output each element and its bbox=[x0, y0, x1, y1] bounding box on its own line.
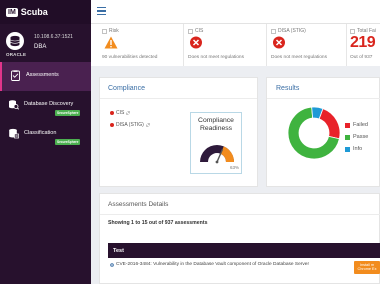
disa-header-icon bbox=[271, 28, 276, 34]
database-type-label: ORACLE bbox=[6, 52, 27, 57]
install-button-line2: Chrome Ex bbox=[357, 267, 377, 271]
risk-text: 90 vulnerabilities detected bbox=[102, 55, 158, 60]
results-donut-chart bbox=[287, 106, 341, 160]
legend-failed[interactable]: Failed bbox=[345, 122, 368, 128]
database-icon bbox=[6, 32, 24, 50]
risk-title: Risk bbox=[109, 28, 119, 34]
fail-icon bbox=[273, 36, 285, 49]
table-header-test[interactable]: Test bbox=[108, 243, 380, 258]
row-test-text: CVE-2016-3484: Vulnerability in the Data… bbox=[116, 262, 310, 267]
gauge-title-line1: Compliance bbox=[198, 117, 234, 124]
risk-summary: Risk 90 vulnerabilities detected bbox=[100, 24, 178, 66]
panel-divider bbox=[100, 98, 257, 99]
cis-summary: CIS Does not meet regulations bbox=[183, 24, 267, 66]
results-title: Results bbox=[276, 85, 300, 92]
database-info: ORACLE 10.108.6.37:1521 DBA bbox=[0, 24, 91, 62]
gauge-title-line2: Readiness bbox=[199, 125, 233, 132]
compliance-item-disa[interactable]: DISA (STIG) bbox=[110, 122, 150, 128]
cis-header-icon bbox=[188, 28, 193, 34]
total-header-icon bbox=[350, 28, 355, 34]
external-link-icon bbox=[126, 111, 131, 115]
compliance-item-label: DISA (STIG) bbox=[116, 122, 144, 128]
database-address: 10.108.6.37:1521 bbox=[34, 34, 73, 40]
database-user: DBA bbox=[34, 44, 47, 50]
disa-summary: DISA (STIG) Does not meet regulations bbox=[266, 24, 346, 66]
sidebar-item-label: Classification bbox=[24, 130, 57, 136]
total-text: Out of 937 bbox=[350, 55, 373, 60]
sidebar-item-assessments[interactable]: Assessments bbox=[0, 62, 91, 91]
disa-title: DISA (STIG) bbox=[278, 28, 306, 34]
install-chrome-extension-button[interactable]: Install m Chrome Ex bbox=[354, 261, 380, 274]
disa-text: Does not meet regulations bbox=[271, 55, 327, 60]
error-icon bbox=[110, 123, 114, 127]
gauge-hub bbox=[215, 160, 219, 164]
sidebar-item-database-discovery[interactable]: Database Discovery SecureSphere bbox=[0, 91, 91, 120]
legend-swatch bbox=[345, 134, 350, 140]
expand-row-icon[interactable] bbox=[110, 262, 114, 267]
securesphere-badge: SecureSphere bbox=[55, 110, 81, 116]
panel-divider bbox=[100, 214, 380, 215]
assessments-icon bbox=[11, 70, 20, 81]
brand[interactable]: IM Scuba bbox=[0, 0, 91, 24]
legend-label: Passe bbox=[353, 134, 369, 140]
table-row[interactable]: CVE-2016-3484: Vulnerability in the Data… bbox=[108, 258, 380, 272]
sidebar: IM Scuba ORACLE 10.108.6.37:1521 DBA Ass… bbox=[0, 0, 91, 284]
compliance-title: Compliance bbox=[108, 85, 145, 92]
warning-icon bbox=[104, 36, 118, 49]
external-link-icon bbox=[146, 123, 150, 127]
compliance-item-label: CIS bbox=[116, 110, 125, 116]
gauge-chart bbox=[200, 145, 234, 164]
sidebar-item-classification[interactable]: Classification SecureSphere bbox=[0, 120, 91, 149]
sidebar-item-label: Database Discovery bbox=[24, 101, 74, 107]
classification-icon bbox=[9, 128, 19, 139]
panel-divider bbox=[267, 98, 380, 99]
database-discovery-icon bbox=[9, 100, 19, 110]
top-bar bbox=[91, 0, 380, 24]
sidebar-item-label: Assessments bbox=[26, 72, 59, 78]
error-icon bbox=[110, 111, 114, 115]
menu-toggle-icon[interactable] bbox=[97, 7, 106, 15]
brand-logo: IM bbox=[6, 7, 18, 17]
assessments-details-title: Assessments Details bbox=[108, 201, 169, 208]
brand-name: Scuba bbox=[20, 7, 48, 17]
fail-icon bbox=[190, 36, 202, 49]
summary-strip: Risk 90 vulnerabilities detected CIS Doe… bbox=[91, 24, 380, 66]
total-failed-number: 219 bbox=[350, 34, 376, 51]
legend-info[interactable]: Info bbox=[345, 146, 362, 152]
assessments-count-text: Showing 1 to 15 out of 937 assessments bbox=[108, 220, 208, 226]
donut-slice-failed[interactable] bbox=[318, 108, 341, 140]
compliance-readiness-gauge: Compliance Readiness 63% bbox=[190, 112, 242, 174]
legend-label: Info bbox=[353, 146, 363, 152]
legend-label: Failed bbox=[353, 122, 368, 128]
results-panel: Results Failed Passe Info bbox=[266, 77, 380, 187]
gauge-percent: 63% bbox=[229, 165, 239, 170]
column-header-label: Test bbox=[113, 248, 124, 254]
legend-passed[interactable]: Passe bbox=[345, 134, 368, 140]
compliance-item-cis[interactable]: CIS bbox=[110, 110, 131, 116]
legend-swatch bbox=[345, 146, 350, 152]
securesphere-badge: SecureSphere bbox=[55, 139, 81, 145]
legend-swatch bbox=[345, 122, 350, 128]
compliance-panel: Compliance CIS DISA (STIG) Compliance Re… bbox=[99, 77, 258, 187]
cis-text: Does not meet regulations bbox=[188, 55, 244, 60]
cis-title: CIS bbox=[195, 28, 204, 34]
risk-header-icon bbox=[102, 28, 107, 34]
total-failed-summary: Total Fai 219 Out of 937 bbox=[346, 24, 380, 66]
